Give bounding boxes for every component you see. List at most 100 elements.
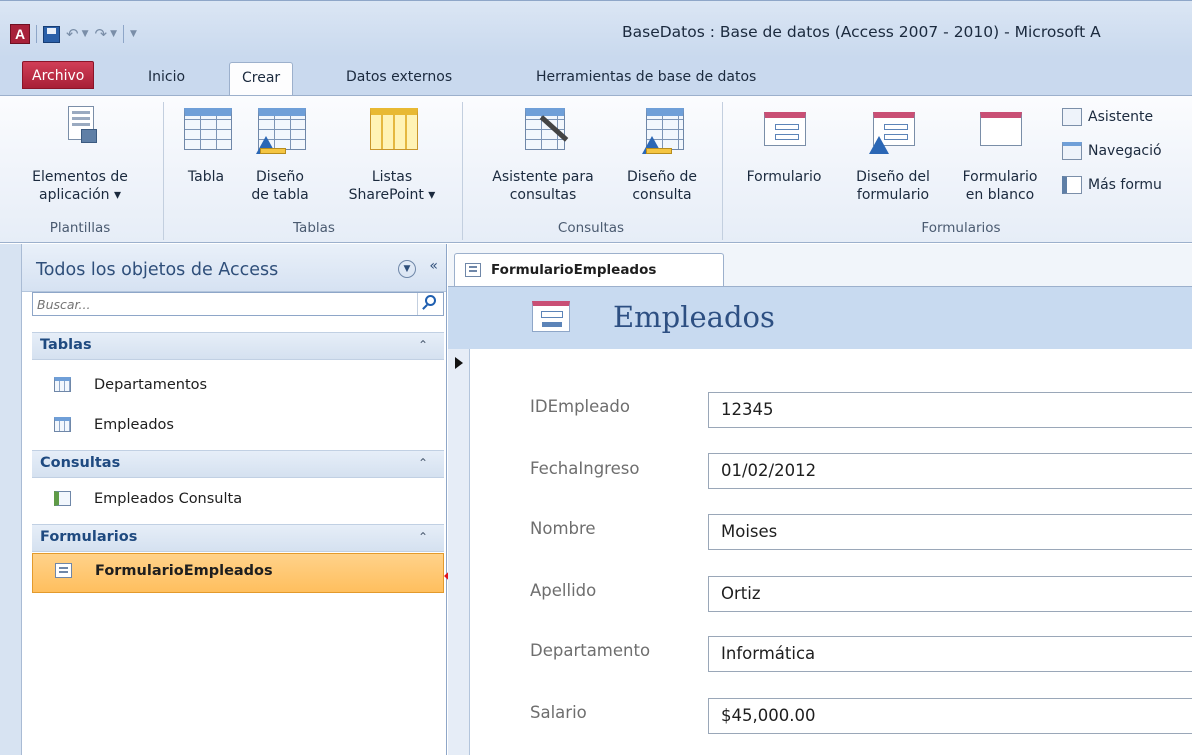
more-forms-icon bbox=[1062, 176, 1082, 194]
query-wizard-button[interactable]: Asistente para consultas bbox=[474, 106, 612, 204]
group-separator bbox=[462, 102, 463, 240]
form-design-button[interactable]: Diseño del formulario bbox=[838, 106, 948, 204]
nav-group-consultas[interactable]: Consultas ⌃ bbox=[32, 450, 444, 478]
form-title: Empleados bbox=[613, 300, 775, 334]
button-label: Diseño de bbox=[627, 169, 697, 185]
form-view: Empleados IDEmpleado 12345 FechaIngreso … bbox=[448, 286, 1192, 755]
application-parts-button[interactable]: Elementos de aplicación ▾ bbox=[0, 106, 160, 204]
tab-crear[interactable]: Crear bbox=[229, 62, 294, 95]
search-button[interactable] bbox=[417, 293, 443, 315]
form-wizard-button[interactable]: Asistente bbox=[1062, 108, 1153, 126]
nav-group-label: Consultas bbox=[40, 455, 121, 471]
nav-item-formularioempleados[interactable]: FormularioEmpleados bbox=[32, 553, 444, 593]
tab-herramientas[interactable]: Herramientas de base de datos bbox=[524, 62, 768, 95]
record-selector[interactable] bbox=[448, 349, 470, 755]
query-icon bbox=[54, 491, 71, 506]
fechaingreso-field[interactable]: 01/02/2012 bbox=[708, 453, 1192, 489]
nav-group-label: Formularios bbox=[40, 529, 138, 545]
nav-group-label: Tablas bbox=[40, 337, 92, 353]
nav-pane-header[interactable]: Todos los objetos de Access ▼ « bbox=[22, 244, 446, 292]
navigation-button[interactable]: Navegació bbox=[1062, 142, 1162, 160]
table-design-button[interactable]: Diseño de tabla bbox=[240, 106, 320, 204]
nav-pane-title: Todos los objetos de Access bbox=[36, 260, 279, 280]
navigation-pane: Todos los objetos de Access ▼ « Tablas ⌃… bbox=[0, 244, 447, 755]
group-separator bbox=[722, 102, 723, 240]
departamento-field[interactable]: Informática bbox=[708, 636, 1192, 672]
nav-item-empleados-consulta[interactable]: Empleados Consulta bbox=[32, 482, 444, 519]
blank-form-button[interactable]: Formulario en blanco bbox=[948, 106, 1052, 204]
query-wizard-icon bbox=[517, 106, 569, 154]
nav-group-tablas[interactable]: Tablas ⌃ bbox=[32, 332, 444, 360]
button-label: en blanco bbox=[965, 187, 1035, 203]
apellido-field[interactable]: Ortiz bbox=[708, 576, 1192, 612]
form-icon bbox=[758, 106, 810, 154]
table-button[interactable]: Tabla bbox=[176, 106, 236, 186]
nav-group-formularios[interactable]: Formularios ⌃ bbox=[32, 524, 444, 552]
nav-pane-edge bbox=[0, 244, 22, 755]
undo-dropdown-icon[interactable]: ▼ bbox=[82, 29, 89, 39]
customize-qat-icon[interactable]: ▼ bbox=[130, 29, 137, 39]
table-icon bbox=[54, 377, 71, 392]
form-button[interactable]: Formulario bbox=[730, 106, 838, 186]
document-area: FormularioEmpleados Empleados IDEmpleado… bbox=[448, 244, 1192, 755]
qat-separator bbox=[123, 25, 124, 43]
button-label: aplicación ▾ bbox=[38, 187, 122, 203]
table-icon bbox=[54, 417, 71, 432]
nav-search-box bbox=[32, 292, 444, 316]
nav-pane-menu-icon[interactable]: ▼ bbox=[398, 260, 416, 278]
button-label: consulta bbox=[632, 187, 692, 203]
field-label-nombre: Nombre bbox=[530, 519, 596, 538]
redo-icon[interactable]: ↷ bbox=[95, 25, 108, 43]
group-label-tablas: Tablas bbox=[293, 220, 335, 236]
shutter-bar-close-icon[interactable]: « bbox=[429, 258, 438, 274]
search-icon bbox=[425, 295, 436, 306]
table-icon bbox=[180, 106, 232, 154]
title-bar: A ↶ ▼ ↷ ▼ ▼ BaseDatos : Base de datos (A… bbox=[0, 0, 1192, 57]
form-header: Empleados bbox=[448, 287, 1192, 349]
document-tab[interactable]: FormularioEmpleados bbox=[454, 253, 724, 286]
field-label-fechaingreso: FechaIngreso bbox=[530, 459, 640, 478]
field-label-apellido: Apellido bbox=[530, 581, 597, 600]
tab-datos-externos[interactable]: Datos externos bbox=[334, 62, 464, 95]
form-design-icon bbox=[867, 106, 919, 154]
collapse-chevron-icon[interactable]: ⌃ bbox=[418, 530, 428, 544]
sharepoint-lists-button[interactable]: Listas SharePoint ▾ bbox=[344, 106, 440, 204]
button-label: Formulario bbox=[746, 169, 822, 185]
qat-separator bbox=[36, 25, 37, 43]
more-forms-button[interactable]: Más formu bbox=[1062, 176, 1162, 194]
quick-access-toolbar: A ↶ ▼ ↷ ▼ ▼ bbox=[10, 23, 137, 45]
table-design-icon bbox=[254, 106, 306, 154]
nav-search-input[interactable] bbox=[33, 293, 405, 315]
tab-archivo[interactable]: Archivo bbox=[22, 61, 95, 89]
collapse-chevron-icon[interactable]: ⌃ bbox=[418, 338, 428, 352]
nav-item-label: Departamentos bbox=[94, 377, 208, 393]
button-label: Formulario bbox=[962, 169, 1038, 185]
form-icon bbox=[532, 301, 570, 332]
window-title: BaseDatos : Base de datos (Access 2007 -… bbox=[622, 23, 1101, 41]
button-label: consultas bbox=[509, 187, 577, 203]
access-app-icon[interactable]: A bbox=[10, 24, 30, 44]
nombre-field[interactable]: Moises bbox=[708, 514, 1192, 550]
undo-icon[interactable]: ↶ bbox=[66, 25, 79, 43]
wizard-icon bbox=[1062, 108, 1082, 126]
sharepoint-lists-icon bbox=[366, 106, 418, 154]
button-label: Tabla bbox=[187, 169, 225, 185]
ribbon-tabs: Archivo Inicio Crear Datos externos Herr… bbox=[0, 57, 1192, 95]
button-label: Asistente para bbox=[492, 169, 594, 185]
collapse-chevron-icon[interactable]: ⌃ bbox=[418, 456, 428, 470]
button-label: Listas bbox=[371, 169, 413, 185]
nav-item-label: Empleados Consulta bbox=[94, 491, 243, 507]
query-design-icon bbox=[636, 106, 688, 154]
nav-item-label: FormularioEmpleados bbox=[95, 563, 273, 579]
query-design-button[interactable]: Diseño de consulta bbox=[612, 106, 712, 204]
button-label: formulario bbox=[856, 187, 930, 203]
redo-dropdown-icon[interactable]: ▼ bbox=[110, 29, 117, 39]
tab-inicio[interactable]: Inicio bbox=[136, 62, 197, 95]
save-icon[interactable] bbox=[43, 25, 60, 43]
idempleado-field[interactable]: 12345 bbox=[708, 392, 1192, 428]
salario-field[interactable]: $45,000.00 bbox=[708, 698, 1192, 734]
button-label: Diseño del bbox=[856, 169, 930, 185]
nav-item-departamentos[interactable]: Departamentos bbox=[32, 368, 444, 405]
button-label: Más formu bbox=[1088, 177, 1162, 193]
nav-item-empleados[interactable]: Empleados bbox=[32, 408, 444, 445]
